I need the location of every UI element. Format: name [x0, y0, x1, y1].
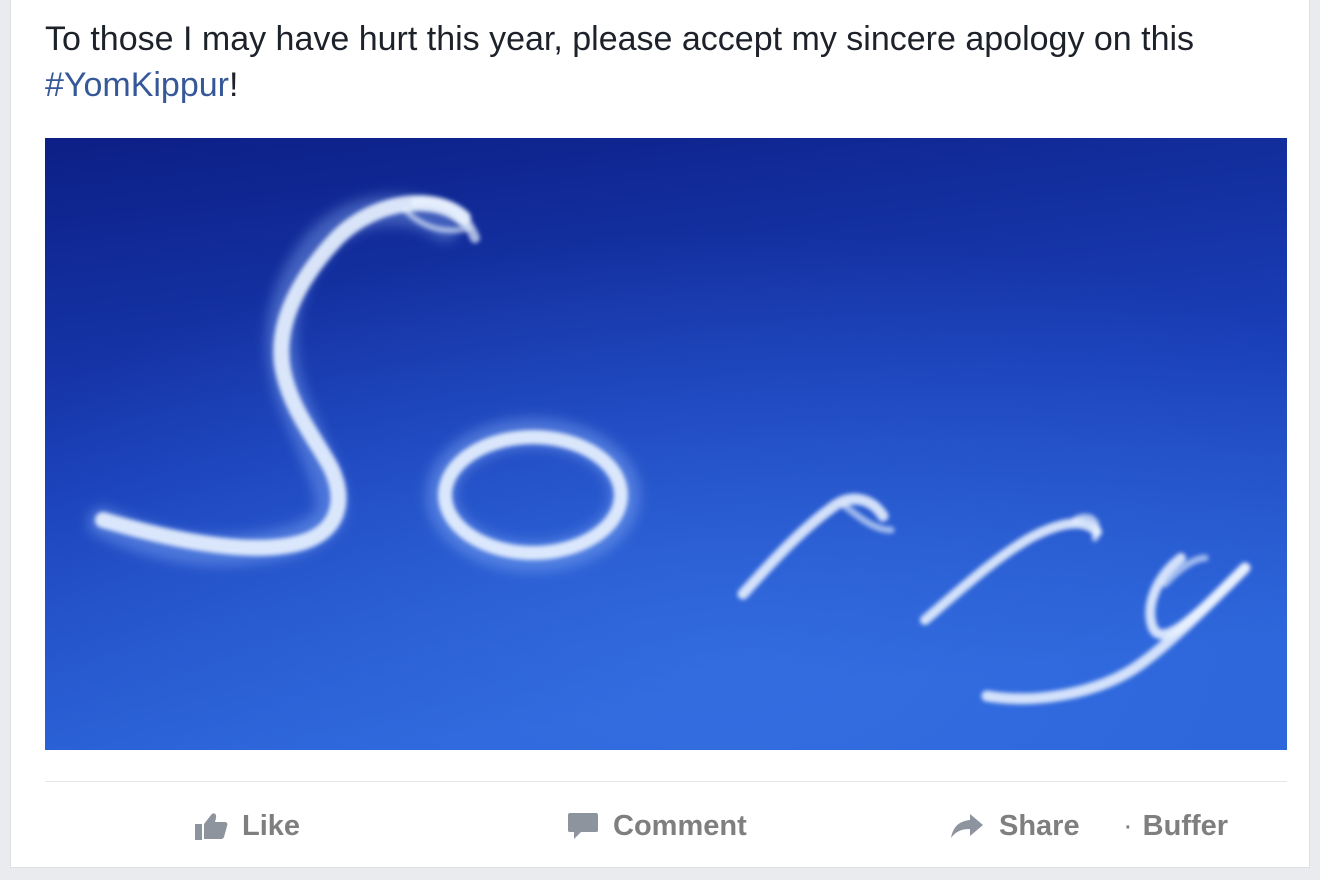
post-photo[interactable] [45, 138, 1287, 750]
share-button[interactable]: Share [949, 800, 1080, 852]
share-label: Share [999, 809, 1080, 842]
facebook-post: To those I may have hurt this year, plea… [10, 0, 1310, 868]
skywriting-sorry-photo [45, 138, 1287, 750]
separator: · [1123, 809, 1133, 842]
post-message-end: ! [228, 66, 239, 104]
speech-bubble-icon [567, 811, 599, 841]
share-arrow-icon [949, 812, 985, 840]
divider [45, 781, 1287, 782]
like-button[interactable]: Like [194, 800, 300, 852]
buffer-button[interactable]: · Buffer [1123, 800, 1228, 852]
hashtag-link[interactable]: #YomKippur [45, 66, 229, 104]
comment-button[interactable]: Comment [567, 800, 747, 852]
like-label: Like [242, 809, 301, 842]
post-message: To those I may have hurt this year, plea… [45, 20, 1195, 58]
buffer-label: Buffer [1142, 809, 1229, 842]
post-text: To those I may have hurt this year, plea… [45, 16, 1275, 108]
thumbs-up-icon [194, 811, 228, 841]
comment-label: Comment [613, 809, 747, 842]
